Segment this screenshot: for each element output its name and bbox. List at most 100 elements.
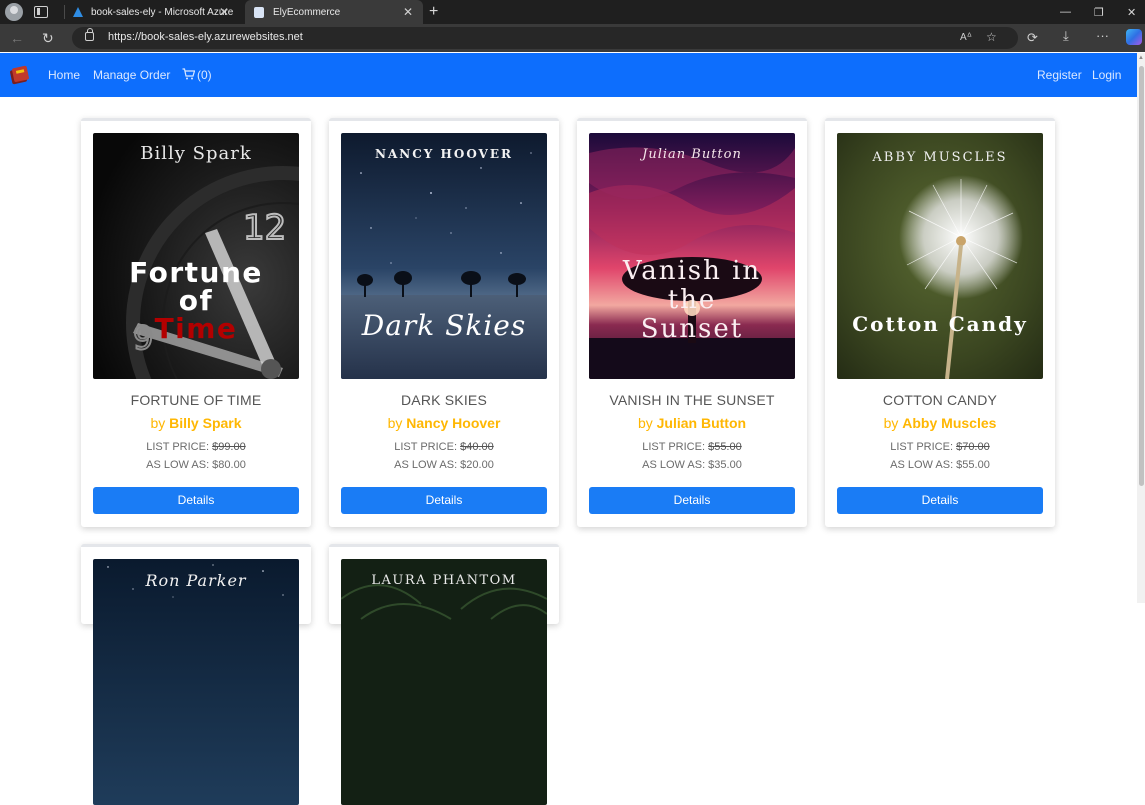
book-cover-image: LAURA PHANTOM [341,559,547,805]
cart-icon[interactable] [182,68,195,80]
details-button[interactable]: Details [93,487,299,514]
tab-actions-icon[interactable] [34,6,48,18]
browser-toolbar: ← ↻ https://book-sales-ely.azurewebsites… [0,24,1145,52]
scrollbar-thumb[interactable] [1139,66,1144,486]
cover-title-line: Dark Skies [361,309,527,342]
book-cover-image: Ron Parker [93,559,299,805]
author-name: Abby Muscles [902,415,997,431]
scroll-up-arrow-icon[interactable]: ▲ [1138,55,1144,61]
cover-author: NANCY HOOVER [374,147,513,161]
site-navbar: Home Manage Order (0) Register Login [0,53,1137,97]
more-menu-icon[interactable]: ··· [1096,28,1109,43]
nav-register-link[interactable]: Register [1037,68,1082,82]
list-price-value: $55.00 [708,441,742,453]
list-price-value: $99.00 [212,441,246,453]
book-cover-image: ABBY MUSCLES Cotton Candy [837,133,1043,379]
back-icon[interactable]: ← [10,30,24,46]
product-title: FORTUNE OF TIME [130,392,262,408]
favorite-star-icon[interactable]: ☆ [986,30,997,44]
lock-icon[interactable] [85,28,94,41]
minimize-icon[interactable]: — [1060,0,1071,24]
list-price-label: LIST PRICE: [394,441,458,453]
cover-author: Ron Parker [145,571,247,590]
details-button[interactable]: Details [837,487,1043,514]
copilot-icon[interactable] [1126,29,1142,45]
product-author: by Abby Muscles [825,415,1055,431]
tab-title: ElyEcommerce [273,6,341,18]
product-card: 12 9 Billy Spark Fortune of Time FORTUNE… [81,118,311,527]
cart-count[interactable]: (0) [197,68,212,82]
list-price: LIST PRICE: $70.00 [825,441,1055,453]
url-text[interactable]: https://book-sales-ely.azurewebsites.net [108,31,303,43]
book-logo-icon[interactable] [9,64,31,86]
cover-title-line: Fortune [129,256,263,289]
list-price-value: $40.00 [460,441,494,453]
profile-avatar-icon[interactable] [5,3,23,21]
tab-close-icon[interactable]: ✕ [403,5,413,19]
cover-author: LAURA PHANTOM [371,573,517,588]
details-button[interactable]: Details [589,487,795,514]
cover-title-line: Time [154,312,238,345]
svg-text:12: 12 [243,208,286,248]
by-label: by [387,415,403,431]
window-close-icon[interactable]: ✕ [1127,0,1136,24]
page-favicon-icon [254,6,264,18]
list-price-label: LIST PRICE: [642,441,706,453]
by-label: by [150,415,166,431]
read-aloud-icon[interactable]: Aᐞ [960,32,972,43]
cover-title-line: Vanish in [622,256,762,286]
product-author: by Nancy Hoover [329,415,559,431]
list-price-label: LIST PRICE: [890,441,954,453]
list-price-value: $70.00 [956,441,990,453]
refresh-icon[interactable]: ↻ [42,30,54,47]
list-price: LIST PRICE: $99.00 [81,441,311,453]
cover-title-line: of [178,284,214,317]
cover-title-line: the [667,285,717,315]
by-label: by [637,415,653,431]
cover-title-line: Cotton Candy [852,312,1028,336]
cover-author: ABBY MUSCLES [872,150,1008,165]
product-title: COTTON CANDY [882,392,998,408]
nav-home-link[interactable]: Home [48,68,80,82]
low-price: AS LOW AS: $55.00 [890,459,990,471]
book-cover-image: 12 9 Billy Spark Fortune of Time [93,133,299,379]
book-cover-image: NANCY HOOVER Dark Skies [341,133,547,379]
extensions-icon[interactable]: ⟳ [1027,30,1038,46]
product-card: Ron Parker [81,544,311,805]
author-name: Julian Button [656,415,747,431]
low-price: AS LOW AS: $80.00 [146,459,246,471]
low-price: AS LOW AS: $20.00 [394,459,494,471]
new-tab-icon[interactable]: + [429,3,438,21]
product-title: DARK SKIES [400,392,488,408]
author-name: Nancy Hoover [406,415,501,431]
author-name: Billy Spark [169,415,242,431]
list-price: LIST PRICE: $55.00 [577,441,807,453]
product-author: by Billy Spark [81,415,311,431]
restore-icon[interactable]: ❐ [1094,0,1104,24]
browser-tab-elyecommerce[interactable]: ElyEcommerce ✕ [245,0,423,24]
product-card: LAURA PHANTOM [329,544,559,805]
cover-author: Billy Spark [140,143,252,164]
browser-tab-azure[interactable]: book-sales-ely - Microsoft Azure ✕ [65,0,239,24]
nav-login-link[interactable]: Login [1092,68,1121,82]
list-price-label: LIST PRICE: [146,441,210,453]
tab-title: book-sales-ely - Microsoft Azure [91,6,234,18]
nav-manage-order-link[interactable]: Manage Order [93,68,170,82]
low-price: AS LOW AS: $35.00 [642,459,742,471]
product-title: VANISH IN THE SUNSET [609,392,775,408]
tab-close-icon[interactable]: ✕ [219,5,229,19]
cover-title-line: Sunset [640,314,744,344]
cover-author: Julian Button [642,147,742,162]
product-author: by Julian Button [577,415,807,431]
azure-favicon-icon [73,7,83,17]
product-card: NANCY HOOVER Dark Skies DARK SKIES by Na… [329,118,559,527]
downloads-icon[interactable]: ⤓ [1063,28,1069,44]
book-cover-image: Julian Button Vanish in the Sunset [589,133,795,379]
list-price: LIST PRICE: $40.00 [329,441,559,453]
by-label: by [883,415,899,431]
address-bar[interactable]: https://book-sales-ely.azurewebsites.net… [72,27,1018,49]
details-button[interactable]: Details [341,487,547,514]
browser-tab-strip: book-sales-ely - Microsoft Azure ✕ ElyEc… [0,0,1145,24]
product-card: Julian Button Vanish in the Sunset VANIS… [577,118,807,527]
product-card: ABBY MUSCLES Cotton Candy COTTON CANDY b… [825,118,1055,527]
